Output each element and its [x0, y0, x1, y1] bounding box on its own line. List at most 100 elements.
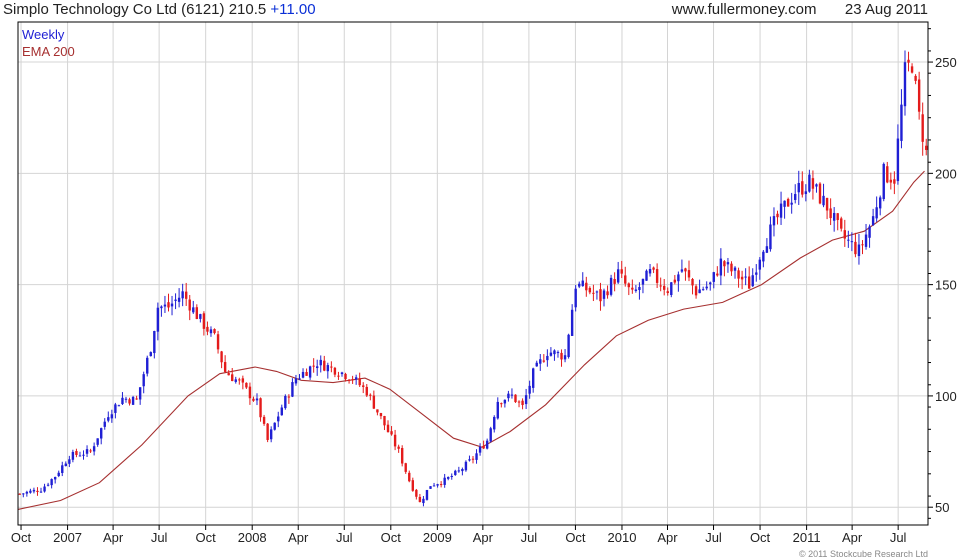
- candle-body-down: [723, 261, 726, 267]
- candle-body-up: [192, 307, 195, 313]
- candle-body-up: [733, 267, 737, 271]
- candle-body-up: [709, 282, 712, 285]
- candle-body-up: [772, 216, 776, 226]
- candle-body-up: [641, 278, 645, 285]
- candle-body-up: [875, 207, 878, 219]
- candle-body-down: [825, 197, 829, 211]
- candle-body-up: [507, 393, 510, 399]
- candle-body-down: [379, 413, 383, 417]
- candle-body-up: [277, 416, 280, 422]
- candle-body-up: [50, 479, 53, 486]
- candle-body-up: [57, 472, 60, 477]
- candle-body-up: [570, 309, 574, 336]
- candle-body-down: [917, 79, 921, 112]
- candle-body-down: [238, 379, 241, 381]
- candle-body-up: [493, 416, 496, 430]
- candle-body-down: [889, 179, 893, 183]
- candle-body-up: [82, 454, 85, 456]
- candle-body-up: [96, 438, 99, 445]
- candle-body-down: [840, 218, 843, 229]
- candle-body-up: [316, 366, 319, 369]
- candle-body-down: [241, 378, 245, 383]
- candle-body-down: [666, 291, 669, 293]
- candle-body-down: [471, 458, 475, 460]
- x-tick-label: Jul: [336, 530, 353, 545]
- candle-body-up: [457, 470, 461, 472]
- candle-body-up: [124, 398, 128, 400]
- candle-body-up: [29, 490, 32, 493]
- price-chart: 50 100 150 200 250 Oct 2007 Apr Jul Oct 2008 Apr Ju…: [11, 21, 957, 545]
- candle-body-up: [712, 272, 715, 282]
- candle-body-down: [854, 241, 857, 255]
- candle-body-up: [199, 314, 202, 319]
- candle-body-up: [574, 288, 577, 308]
- candle-body-down: [287, 396, 291, 398]
- candle-body-up: [39, 491, 43, 493]
- candle-body-up: [539, 359, 542, 364]
- candle-body-up: [751, 275, 754, 287]
- candle-body-down: [776, 213, 779, 218]
- candle-body-down: [514, 394, 517, 403]
- candle-body-up: [354, 377, 358, 380]
- candle-body-up: [510, 394, 514, 396]
- y-tick-label: 100: [935, 389, 957, 404]
- candle-body-down: [663, 285, 666, 290]
- candle-body-up: [670, 282, 673, 296]
- candle-body-down: [312, 365, 315, 367]
- candle-body-up: [138, 387, 142, 400]
- x-tick-label: Oct: [196, 530, 217, 545]
- candle-body-down: [925, 145, 928, 150]
- candle-body-up: [705, 286, 708, 289]
- candle-body-up: [578, 283, 581, 287]
- candle-body-down: [206, 326, 209, 332]
- candle-body-up: [797, 182, 800, 193]
- candle-body-down: [245, 382, 248, 388]
- candle-body-up: [563, 355, 567, 360]
- candle-body-up: [900, 104, 903, 141]
- candle-body-down: [266, 423, 269, 440]
- candle-body-up: [567, 334, 570, 358]
- candle-body-down: [673, 279, 677, 283]
- candle-body-up: [131, 396, 135, 405]
- candle-body-up: [638, 287, 641, 291]
- candle-body-up: [850, 241, 854, 243]
- candle-body-down: [801, 181, 804, 195]
- x-tick-label: Apr: [842, 530, 863, 545]
- candle-body-up: [156, 307, 160, 332]
- y-tick-label: 250: [935, 55, 957, 70]
- candle-body-up: [864, 234, 868, 247]
- candle-body-down: [655, 269, 659, 283]
- candle-body-down: [333, 367, 337, 375]
- candle-body-down: [365, 386, 368, 396]
- candle-body-down: [521, 400, 524, 406]
- candle-body-down: [376, 409, 379, 413]
- candle-body-down: [585, 282, 588, 291]
- candle-body-up: [454, 470, 457, 476]
- plot-frame: [17, 21, 929, 526]
- candle-body-up: [432, 485, 436, 487]
- candle-body-down: [786, 198, 790, 207]
- candle-body-down: [18, 493, 21, 495]
- candle-body-down: [620, 269, 623, 274]
- candle-body-down: [305, 372, 308, 376]
- candle-body-up: [117, 405, 121, 407]
- candle-body-up: [255, 398, 259, 401]
- candle-body-up: [857, 244, 861, 257]
- y-axis: 50 100 150 200 250: [928, 28, 957, 519]
- candle-body-down: [135, 398, 138, 400]
- candle-body-up: [308, 366, 312, 378]
- x-tick-label: Apr: [103, 530, 124, 545]
- candle-body-down: [128, 399, 131, 404]
- candle-body-up: [903, 62, 907, 107]
- candle-body-up: [181, 291, 184, 299]
- candle-body-up: [744, 276, 747, 278]
- candle-body-up: [114, 404, 117, 413]
- candle-body-down: [907, 59, 910, 63]
- candle-body-down: [914, 75, 917, 81]
- candle-body-down: [829, 208, 832, 219]
- candle-body-up: [524, 395, 528, 405]
- candle-body-up: [808, 174, 811, 192]
- candle-body-up: [32, 489, 36, 492]
- candle-body-down: [411, 480, 415, 491]
- candle-body-down: [418, 496, 422, 503]
